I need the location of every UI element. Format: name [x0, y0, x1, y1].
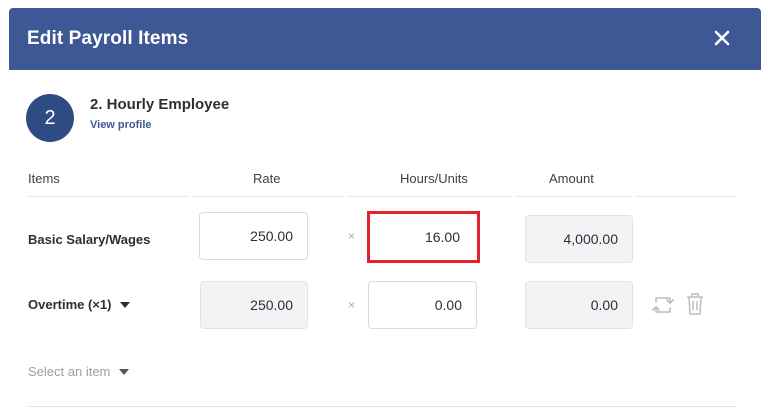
employee-name: 2. Hourly Employee [90, 96, 230, 113]
dialog-header: Edit Payroll Items [9, 8, 761, 70]
amount-field-basic-salary: 4,000.00 [525, 215, 633, 263]
chevron-down-icon [119, 368, 130, 375]
dialog-title: Edit Payroll Items [27, 28, 189, 49]
close-icon [714, 30, 730, 46]
header-divider [516, 196, 632, 197]
rate-field-overtime: 250.00 [200, 281, 308, 329]
chevron-down-icon [120, 301, 131, 308]
column-header-items: Items [28, 171, 60, 186]
column-header-amount: Amount [549, 171, 594, 186]
row-label-text: Overtime (×1) [28, 297, 112, 312]
view-profile-link[interactable]: View profile [90, 119, 229, 131]
amount-field-overtime: 0.00 [525, 281, 633, 329]
column-header-rate: Rate [253, 171, 281, 186]
swap-button[interactable] [651, 294, 675, 321]
hours-value: 0.00 [434, 297, 462, 313]
swap-icon [652, 297, 674, 313]
select-item-dropdown[interactable]: Select an item [28, 364, 130, 379]
hours-value: 16.00 [424, 229, 460, 245]
row-label-overtime[interactable]: Overtime (×1) [28, 297, 131, 312]
employee-number-badge: 2 [26, 94, 74, 142]
select-item-label: Select an item [28, 364, 111, 379]
trash-icon [687, 293, 703, 315]
header-divider [28, 196, 188, 197]
bottom-divider [28, 406, 736, 407]
row-label-basic-salary: Basic Salary/Wages [28, 232, 150, 247]
column-header-hours: Hours/Units [400, 171, 468, 186]
amount-value: 0.00 [590, 297, 618, 313]
header-divider [192, 196, 344, 197]
delete-row-button[interactable] [686, 292, 704, 321]
rate-value: 250.00 [250, 228, 293, 244]
amount-value: 4,000.00 [563, 231, 619, 247]
close-button[interactable] [709, 25, 735, 51]
rate-value: 250.00 [250, 297, 293, 313]
rate-input-basic-salary[interactable]: 250.00 [199, 212, 308, 260]
multiply-sign: × [348, 229, 356, 243]
multiply-sign: × [348, 298, 356, 312]
row-label-text: Basic Salary/Wages [28, 232, 151, 247]
hours-input-overtime[interactable]: 0.00 [368, 281, 477, 329]
hours-input-basic-salary[interactable]: 16.00 [367, 211, 480, 263]
employee-summary: 2 2. Hourly Employee View profile [26, 94, 229, 142]
header-divider [348, 196, 512, 197]
header-divider [636, 196, 736, 197]
